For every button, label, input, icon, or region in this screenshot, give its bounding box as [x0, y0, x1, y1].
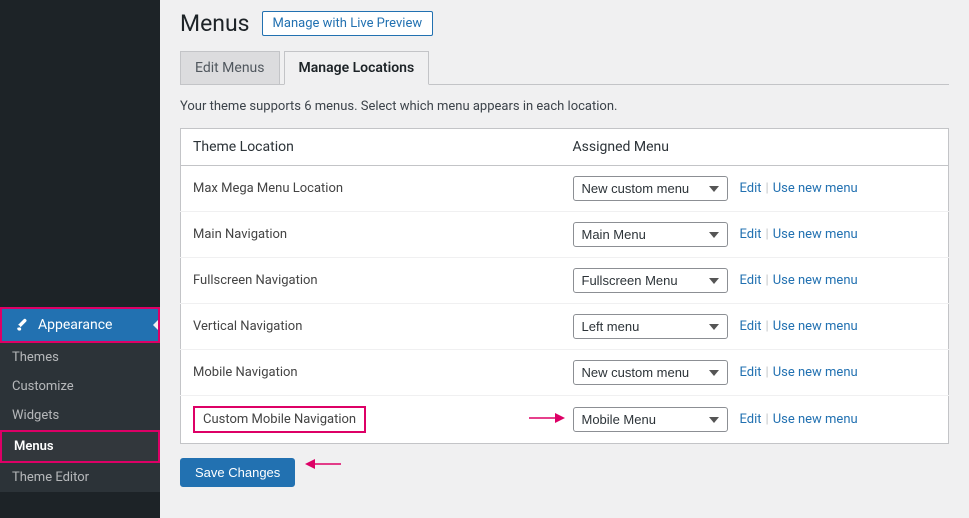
location-label: Fullscreen Navigation — [181, 258, 561, 304]
table-row: Fullscreen Navigation Fullscreen Menu Edit… — [181, 258, 949, 304]
row-actions: Edit | Use new menu — [740, 181, 858, 196]
locations-table: Theme Location Assigned Menu Max Mega Me… — [180, 128, 949, 444]
sidebar-spacer — [0, 0, 160, 307]
row-actions: Edit | Use new menu — [740, 365, 858, 380]
location-label: Max Mega Menu Location — [181, 166, 561, 212]
row-actions: Edit | Use new menu — [740, 273, 858, 288]
use-new-menu-link[interactable]: Use new menu — [773, 227, 858, 242]
separator: | — [766, 181, 769, 196]
separator: | — [766, 412, 769, 427]
use-new-menu-link[interactable]: Use new menu — [773, 365, 858, 380]
location-label: Custom Mobile Navigation — [193, 406, 366, 433]
use-new-menu-link[interactable]: Use new menu — [773, 181, 858, 196]
save-row: Save Changes — [180, 444, 949, 487]
assigned-menu-select[interactable]: Main Menu — [573, 222, 728, 247]
separator: | — [766, 227, 769, 242]
separator: | — [766, 365, 769, 380]
tabs: Edit Menus Manage Locations — [180, 51, 949, 85]
assigned-menu-select[interactable]: Fullscreen Menu — [573, 268, 728, 293]
edit-link[interactable]: Edit — [740, 227, 762, 242]
table-row: Max Mega Menu Location New custom menu Edi… — [181, 166, 949, 212]
assigned-menu-select[interactable]: Left menu — [573, 314, 728, 339]
assigned-menu-select[interactable]: New custom menu — [573, 176, 728, 201]
assigned-menu-select[interactable]: Mobile Menu — [573, 407, 728, 432]
assigned-cell: Left menu Edit | Use new menu — [561, 304, 949, 350]
row-actions: Edit | Use new menu — [740, 319, 858, 334]
admin-sidebar: Appearance Themes Customize Widgets Menu… — [0, 0, 160, 518]
col-header-location: Theme Location — [181, 129, 561, 166]
page-title: Menus — [180, 10, 250, 37]
location-label: Mobile Navigation — [181, 350, 561, 396]
edit-link[interactable]: Edit — [740, 273, 762, 288]
use-new-menu-link[interactable]: Use new menu — [773, 412, 858, 427]
sidebar-item-theme-editor[interactable]: Theme Editor — [0, 463, 160, 492]
assigned-cell: Mobile Menu Edit | Use new menu — [561, 396, 949, 444]
edit-link[interactable]: Edit — [740, 412, 762, 427]
sidebar-item-customize[interactable]: Customize — [0, 372, 160, 401]
brush-icon — [14, 317, 30, 333]
tab-edit-menus[interactable]: Edit Menus — [180, 51, 280, 85]
col-header-assigned: Assigned Menu — [561, 129, 949, 166]
use-new-menu-link[interactable]: Use new menu — [773, 273, 858, 288]
edit-link[interactable]: Edit — [740, 319, 762, 334]
description-text: Your theme supports 6 menus. Select whic… — [180, 99, 949, 114]
assigned-cell: Main Menu Edit | Use new menu — [561, 212, 949, 258]
edit-link[interactable]: Edit — [740, 181, 762, 196]
assigned-cell: New custom menu Edit | Use new menu — [561, 166, 949, 212]
annotation-arrow-save — [305, 456, 341, 476]
live-preview-button[interactable]: Manage with Live Preview — [262, 11, 434, 36]
use-new-menu-link[interactable]: Use new menu — [773, 319, 858, 334]
location-label: Vertical Navigation — [181, 304, 561, 350]
sidebar-item-themes[interactable]: Themes — [0, 343, 160, 372]
table-row: Main Navigation Main Menu Edit | Use new men… — [181, 212, 949, 258]
edit-link[interactable]: Edit — [740, 365, 762, 380]
sidebar-item-menus[interactable]: Menus — [0, 430, 160, 463]
heading-row: Menus Manage with Live Preview — [180, 10, 949, 37]
sidebar-item-widgets[interactable]: Widgets — [0, 401, 160, 430]
row-actions: Edit | Use new menu — [740, 227, 858, 242]
separator: | — [766, 273, 769, 288]
assigned-cell: Fullscreen Menu Edit | Use new menu — [561, 258, 949, 304]
table-row: Custom Mobile Navigation Mobile Menu Edit |… — [181, 396, 949, 444]
row-actions: Edit | Use new menu — [740, 412, 858, 427]
table-row: Vertical Navigation Left menu Edit | Use new… — [181, 304, 949, 350]
assigned-cell: New custom menu Edit | Use new menu — [561, 350, 949, 396]
sidebar-item-appearance[interactable]: Appearance — [0, 307, 160, 343]
main-content: Menus Manage with Live Preview Edit Menu… — [160, 0, 969, 518]
appearance-submenu: Themes Customize Widgets Menus Theme Edi… — [0, 343, 160, 492]
sidebar-appearance-label: Appearance — [38, 317, 112, 333]
table-row: Mobile Navigation New custom menu Edit | Use… — [181, 350, 949, 396]
separator: | — [766, 319, 769, 334]
location-label: Main Navigation — [181, 212, 561, 258]
assigned-menu-select[interactable]: New custom menu — [573, 360, 728, 385]
save-button[interactable]: Save Changes — [180, 458, 295, 487]
tab-manage-locations[interactable]: Manage Locations — [284, 51, 430, 85]
